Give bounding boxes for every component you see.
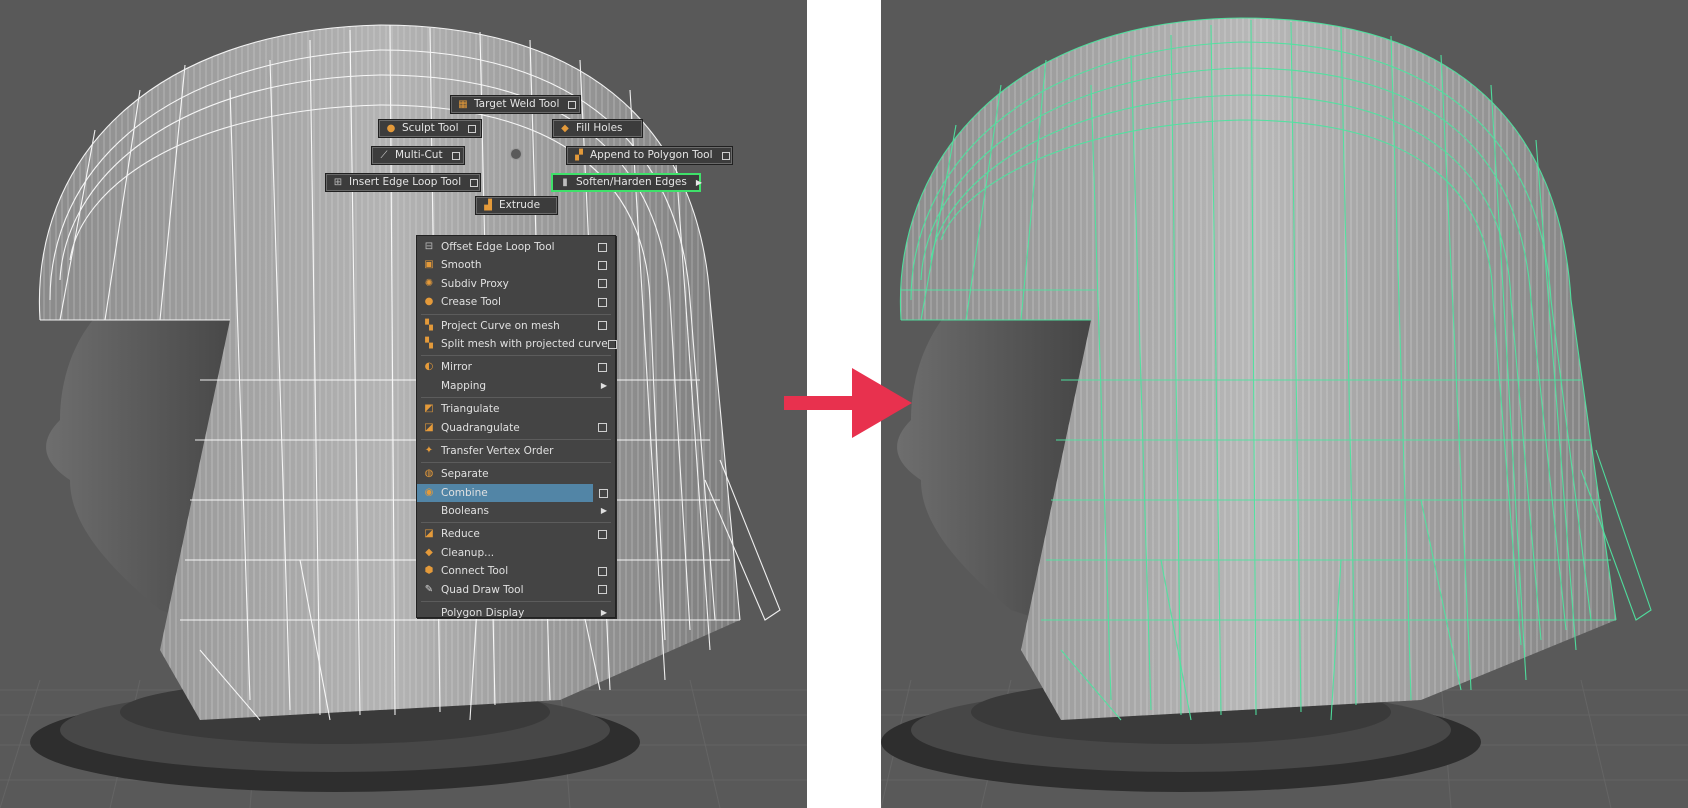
- options-box-icon[interactable]: [568, 100, 577, 109]
- combine-icon: ◉: [424, 486, 434, 498]
- soften-harden-icon: ▮: [562, 177, 568, 188]
- radial-item-extrude[interactable]: ▟ Extrude: [475, 196, 558, 215]
- menu-separator: [421, 522, 611, 524]
- crease-icon: ●: [424, 296, 434, 308]
- options-box-icon[interactable]: [598, 279, 607, 289]
- quad-draw-icon: ✎: [424, 583, 434, 595]
- options-box-icon[interactable]: [598, 423, 607, 433]
- menu-separator: [421, 438, 611, 440]
- submenu-arrow-icon: ▶: [695, 178, 703, 187]
- subdiv-proxy-icon: ✺: [424, 277, 434, 289]
- menu-item-quadrangulate[interactable]: ◪ Quadrangulate: [417, 419, 615, 437]
- radial-item-target-weld-tool[interactable]: ▦ Target Weld Tool: [450, 95, 581, 114]
- options-box-icon[interactable]: [598, 242, 607, 252]
- menu-item-subdiv-proxy[interactable]: ✺ Subdiv Proxy: [417, 275, 615, 293]
- quadrangulate-icon: ◪: [424, 421, 434, 433]
- marking-menu-center: [510, 148, 522, 160]
- menu-separator: [421, 313, 611, 315]
- options-box-icon[interactable]: [598, 585, 607, 595]
- cleanup-icon: ◆: [425, 546, 433, 558]
- sculpt-icon: ●: [386, 123, 396, 134]
- radial-item-sculpt-tool[interactable]: ● Sculpt Tool: [378, 119, 482, 138]
- submenu-arrow-icon: ▶: [600, 506, 607, 516]
- options-box-icon[interactable]: [451, 151, 460, 160]
- radial-item-soften-harden-edges[interactable]: ▮ Soften/Harden Edges ▶: [551, 173, 703, 192]
- menu-item-reduce[interactable]: ◪ Reduce: [417, 525, 615, 543]
- menu-item-split-mesh-with-projected-curve[interactable]: ▚ Split mesh with projected curve: [417, 335, 617, 353]
- menu-separator: [421, 601, 611, 603]
- multi-cut-icon: ⟋: [380, 150, 388, 161]
- menu-item-cleanup[interactable]: ◆ Cleanup...: [417, 544, 615, 562]
- options-box-icon[interactable]: [470, 178, 479, 187]
- menu-item-mirror[interactable]: ◐ Mirror: [417, 358, 615, 376]
- menu-item-polygon-display[interactable]: Polygon Display ▶: [417, 604, 615, 622]
- viewport-before[interactable]: ▦ Target Weld Tool ● Sculpt Tool ◆ Fill …: [0, 0, 807, 808]
- menu-separator: [421, 397, 611, 399]
- menu-item-mapping[interactable]: Mapping ▶: [417, 377, 615, 395]
- polygon-tools-menu: ⊟ Offset Edge Loop Tool ▣ Smooth ✺ Subdi…: [416, 235, 617, 619]
- offset-edge-loop-icon: ⊟: [424, 240, 434, 252]
- radial-item-append-to-polygon-tool[interactable]: ▞ Append to Polygon Tool: [566, 146, 733, 165]
- options-box-icon[interactable]: [598, 566, 607, 576]
- radial-item-multi-cut[interactable]: ⟋ Multi-Cut: [371, 146, 465, 165]
- scene-after: [881, 17, 1688, 808]
- menu-item-project-curve-on-mesh[interactable]: ▚ Project Curve on mesh: [417, 317, 615, 335]
- menu-item-combine[interactable]: ◉ Combine: [417, 483, 608, 503]
- split-mesh-icon: ▚: [425, 337, 433, 349]
- options-box-icon[interactable]: [598, 530, 607, 540]
- menu-item-triangulate[interactable]: ◩ Triangulate: [417, 400, 615, 418]
- menu-item-booleans[interactable]: Booleans ▶: [417, 502, 615, 520]
- extrude-icon: ▟: [484, 200, 492, 211]
- separate-icon: ◍: [424, 468, 434, 480]
- submenu-arrow-icon: ▶: [600, 608, 607, 618]
- transfer-vertex-icon: ✦: [424, 444, 434, 456]
- options-box-icon[interactable]: [467, 124, 476, 133]
- target-weld-icon: ▦: [458, 99, 468, 110]
- arrow-right-icon: [784, 368, 912, 438]
- options-box-icon[interactable]: [598, 321, 607, 331]
- insert-edge-loop-icon: ⊞: [333, 177, 343, 188]
- menu-separator: [421, 355, 611, 357]
- reduce-icon: ◪: [424, 528, 434, 540]
- options-box-icon[interactable]: [721, 151, 730, 160]
- menu-item-smooth[interactable]: ▣ Smooth: [417, 256, 615, 274]
- project-curve-icon: ▚: [425, 319, 433, 331]
- connect-icon: ⬢: [424, 565, 434, 577]
- options-box-icon[interactable]: [598, 363, 607, 373]
- mirror-icon: ◐: [424, 361, 434, 373]
- menu-item-offset-edge-loop-tool[interactable]: ⊟ Offset Edge Loop Tool: [417, 238, 615, 256]
- triangulate-icon: ◩: [424, 403, 434, 415]
- menu-item-quad-draw-tool[interactable]: ✎ Quad Draw Tool: [417, 581, 615, 599]
- menu-item-connect-tool[interactable]: ⬢ Connect Tool: [417, 562, 615, 580]
- menu-separator: [421, 462, 611, 464]
- radial-item-fill-holes[interactable]: ◆ Fill Holes: [552, 119, 643, 138]
- menu-item-crease-tool[interactable]: ● Crease Tool: [417, 293, 615, 311]
- submenu-arrow-icon: ▶: [600, 380, 607, 390]
- options-box-icon[interactable]: [607, 339, 617, 349]
- options-box-icon[interactable]: [598, 297, 607, 307]
- options-box-icon[interactable]: [599, 488, 608, 498]
- append-polygon-icon: ▞: [575, 150, 583, 161]
- smooth-icon: ▣: [424, 259, 434, 271]
- radial-item-insert-edge-loop-tool[interactable]: ⊞ Insert Edge Loop Tool: [325, 173, 481, 192]
- menu-item-separate[interactable]: ◍ Separate: [417, 465, 615, 483]
- menu-item-transfer-vertex-order[interactable]: ✦ Transfer Vertex Order: [417, 442, 615, 460]
- options-box-icon[interactable]: [598, 261, 607, 271]
- viewport-after[interactable]: [881, 0, 1688, 808]
- fill-holes-icon: ◆: [561, 123, 569, 134]
